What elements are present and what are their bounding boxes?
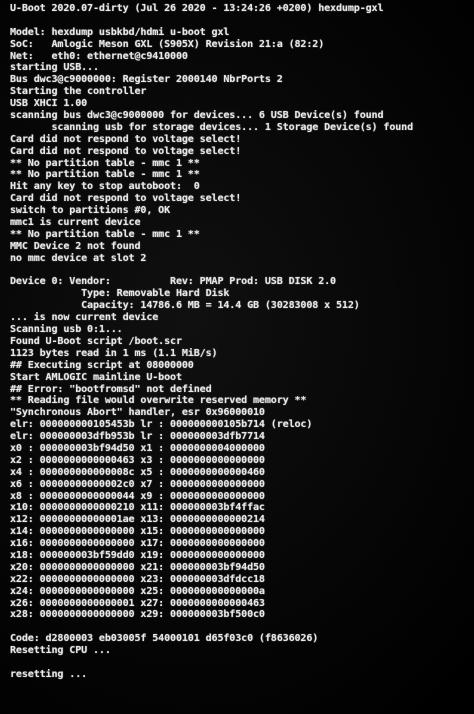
console-line: mmc1 is current device xyxy=(10,217,141,229)
console-line: switch to partitions #0, OK xyxy=(10,205,171,217)
console-line: 1123 bytes read in 1 ms (1.1 MiB/s) xyxy=(10,347,218,359)
console-line: Card did not respond to voltage select! xyxy=(10,133,242,145)
console-line: ** Reading file would overwrite reserved… xyxy=(10,395,307,407)
console-line: x10: 0000000000000210 x11: 000000003bf4f… xyxy=(10,502,265,514)
console-line: x18: 000000003bf59dd0 x19: 0000000000000… xyxy=(10,549,265,561)
console-line: Device 0: Vendor: Rev: PMAP Prod: USB DI… xyxy=(10,276,336,288)
console-line: ## Error: "bootfromsd" not defined xyxy=(10,383,212,395)
console-line: scanning bus dwc3@c9000000 for devices..… xyxy=(10,110,384,122)
console-line: Scanning usb 0:1... xyxy=(10,324,123,336)
console-line: x8 : 0000000000000044 x9 : 0000000000000… xyxy=(10,490,265,502)
console-line: ** No partition table - mmc 1 ** xyxy=(10,169,200,181)
console-line: ** No partition table - mmc 1 ** xyxy=(10,228,200,240)
console-line: Card did not respond to voltage select! xyxy=(10,145,242,157)
console-line: SoC: Amlogic Meson GXL (S905X) Revision … xyxy=(10,38,325,50)
console-blank-line xyxy=(10,15,472,27)
console-line: U-Boot 2020.07-dirty (Jul 26 2020 - 13:2… xyxy=(10,3,384,14)
console-line: x0 : 000000003bf94d50 x1 : 0000000004000… xyxy=(10,442,265,454)
console-line: Capacity: 14786.6 MB = 14.4 GB (30283008… xyxy=(10,300,360,312)
console-line: "Synchronous Abort" handler, esr 0x96000… xyxy=(10,407,265,419)
console-line: ** No partition table - mmc 1 ** xyxy=(10,157,200,169)
console-line: x22: 0000000000000000 x23: 000000003dfdc… xyxy=(10,573,265,585)
console-line: Code: d2800003 eb03005f 54000101 d65f03c… xyxy=(10,633,319,645)
console-output: U-Boot 2020.07-dirty (Jul 26 2020 - 13:2… xyxy=(10,3,472,681)
console-line: MMC Device 2 not found xyxy=(10,240,141,252)
console-line: Starting the controller xyxy=(10,86,147,98)
console-blank-line xyxy=(10,621,472,633)
console-line: Bus dwc3@c9000000: Register 2000140 NbrP… xyxy=(10,74,283,86)
console-line: x6 : 00000000000002c0 x7 : 0000000000000… xyxy=(10,478,265,490)
console-line: scanning usb for storage devices... 1 St… xyxy=(10,121,414,133)
console-line: x26: 0000000000000001 x27: 0000000000000… xyxy=(10,597,265,609)
console-line: Found U-Boot script /boot.scr xyxy=(10,335,182,347)
console-line: USB XHCI 1.00 xyxy=(10,98,88,110)
console-line: Card did not respond to voltage select! xyxy=(10,193,242,205)
console-line: ## Executing script at 08000000 xyxy=(10,359,194,371)
console-line: x16: 0000000000000000 x17: 0000000000000… xyxy=(10,538,265,550)
console-line: elr: 000000000105453b lr : 000000000105b… xyxy=(10,419,313,431)
console-line: Resetting CPU ... xyxy=(10,645,111,657)
console-blank-line xyxy=(10,265,472,277)
console-line: no mmc device at slot 2 xyxy=(10,252,147,264)
console-line: Model: hexdump usbkbd/hdmi u-boot gxl xyxy=(10,26,230,38)
console-line: ... is now current device xyxy=(10,312,159,324)
console-blank-line xyxy=(10,657,472,669)
console-line: Hit any key to stop autoboot: 0 xyxy=(10,181,200,193)
uboot-console-screen: U-Boot 2020.07-dirty (Jul 26 2020 - 13:2… xyxy=(0,0,474,714)
console-line: x4 : 000000000000008c x5 : 0000000000000… xyxy=(10,466,265,478)
console-line: x14: 0000000000000000 x15: 0000000000000… xyxy=(10,526,265,538)
console-line: Start AMLOGIC mainline U-boot xyxy=(10,371,182,383)
console-line: Type: Removable Hard Disk xyxy=(10,288,230,300)
console-line: Net: eth0: ethernet@c9410000 xyxy=(10,50,188,62)
console-line: elr: 000000003dfb953b lr : 000000003dfb7… xyxy=(10,431,265,443)
console-line: resetting ... xyxy=(10,668,88,680)
console-line: starting USB... xyxy=(10,62,99,74)
console-line: x12: 00000000000001ae x13: 0000000000000… xyxy=(10,514,265,526)
console-line: x28: 0000000000000000 x29: 000000003bf50… xyxy=(10,609,265,621)
console-line: x2 : 0000000000000463 x3 : 0000000000000… xyxy=(10,454,265,466)
console-line: x20: 0000000000000000 x21: 000000003bf94… xyxy=(10,561,265,573)
console-line: x24: 0000000000000000 x25: 0000000000000… xyxy=(10,585,265,597)
